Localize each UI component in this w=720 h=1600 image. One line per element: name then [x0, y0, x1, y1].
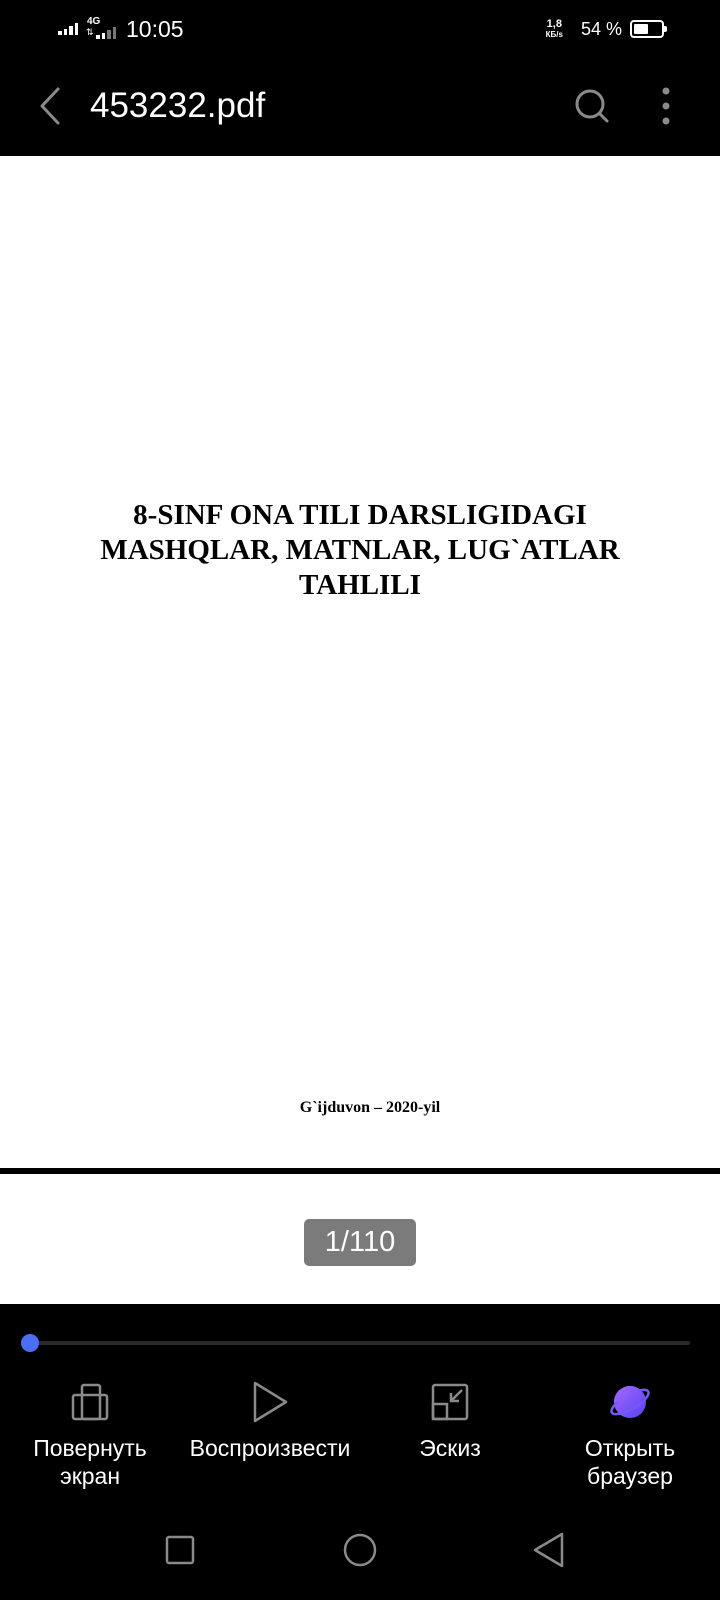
open-browser-label: Открыть браузер: [584, 1435, 676, 1489]
navigation-bar: [0, 1500, 720, 1600]
open-browser-button[interactable]: Открыть браузер: [535, 1380, 720, 1500]
page-slider-thumb[interactable]: [21, 1334, 39, 1352]
network-speed-unit: КБ/s: [545, 30, 563, 39]
home-icon: [343, 1533, 377, 1567]
search-button[interactable]: [568, 82, 616, 130]
home-button[interactable]: [340, 1530, 380, 1570]
data-arrows-icon: ⇅: [86, 27, 94, 37]
status-right: 1,8 КБ/s 54 %: [545, 14, 667, 44]
chevron-left-icon: [40, 87, 60, 125]
more-options-button[interactable]: [648, 82, 684, 130]
play-icon: [253, 1381, 288, 1423]
nav-back-button[interactable]: [528, 1530, 568, 1570]
thumbnail-button[interactable]: Эскиз: [355, 1380, 545, 1500]
play-label: Воспроизвести: [189, 1435, 351, 1461]
recent-apps-button[interactable]: [160, 1530, 200, 1570]
mobile-data-icon: 4G ⇅: [84, 16, 116, 42]
network-speed-value: 1,8: [546, 18, 562, 30]
rotate-screen-icon: [71, 1383, 109, 1421]
heading-line: MASHQLAR, MATNLAR, LUG`ATLAR: [100, 534, 620, 566]
status-left: 4G ⇅ 10:05: [58, 14, 184, 44]
recent-apps-icon: [165, 1535, 195, 1565]
network-type-label: 4G: [87, 16, 101, 27]
heading-line: TAHLILI: [299, 569, 421, 601]
page-slider-track[interactable]: [30, 1341, 690, 1345]
pdf-page[interactable]: 8-SINF ONA TILI DARSLIGIDAGI MASHQLAR, M…: [0, 156, 720, 1174]
thumbnail-icon: [431, 1383, 469, 1421]
play-button[interactable]: Воспроизвести: [175, 1380, 365, 1500]
rotate-screen-label: Повернуть экран: [33, 1435, 147, 1489]
battery-percent: 54 %: [580, 19, 622, 39]
status-bar: 4G ⇅ 10:05 1,8 КБ/s 54 %: [0, 0, 720, 58]
thumbnail-label: Эскиз: [419, 1435, 481, 1461]
bottom-toolbar: Повернуть экран Воспроизвести Эскиз Откр…: [0, 1304, 720, 1500]
back-button[interactable]: [30, 80, 70, 132]
battery-fill: [634, 24, 649, 34]
page-indicator: 1/110: [304, 1219, 416, 1266]
heading-line: 8-SINF ONA TILI DARSLIGIDAGI: [133, 499, 587, 531]
document-heading: 8-SINF ONA TILI DARSLIGIDAGI MASHQLAR, M…: [60, 498, 660, 603]
more-vertical-icon: [662, 87, 670, 125]
network-speed: 1,8 КБ/s: [545, 18, 563, 40]
document-footer: G`ijduvon – 2020-yil: [299, 1099, 441, 1116]
pdf-viewer[interactable]: 8-SINF ONA TILI DARSLIGIDAGI MASHQLAR, M…: [0, 156, 720, 1304]
search-icon: [575, 89, 609, 123]
browser-planet-icon: [610, 1386, 650, 1418]
clock: 10:05: [126, 16, 184, 42]
signal-strength-2-icon: [96, 27, 116, 39]
document-title: 453232.pdf: [90, 86, 266, 125]
battery-icon: [630, 20, 667, 38]
rotate-screen-button[interactable]: Повернуть экран: [0, 1380, 185, 1500]
app-bar: 453232.pdf: [0, 58, 720, 156]
back-icon: [533, 1532, 564, 1568]
signal-strength-icon: [58, 23, 78, 35]
